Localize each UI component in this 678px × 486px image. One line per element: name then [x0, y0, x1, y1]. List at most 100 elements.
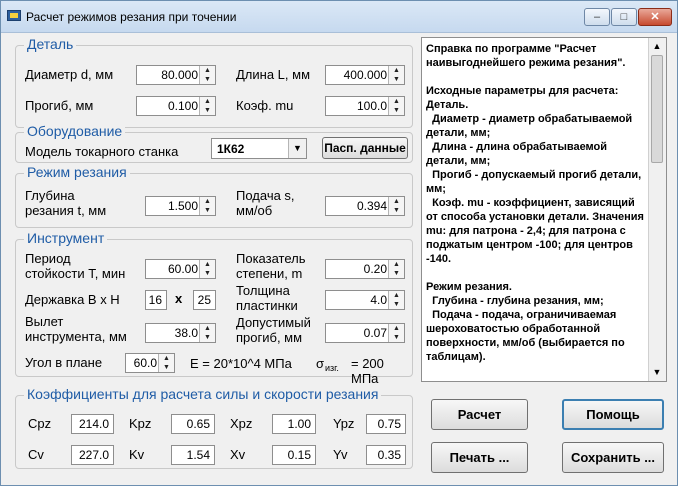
lathe-combobox[interactable]: 1К62 ▼	[211, 138, 307, 159]
deflection-spinbox[interactable]: 0.100 ▲ ▼	[136, 96, 216, 116]
spin-up-icon[interactable]: ▲	[200, 97, 215, 106]
mu-label: Коэф. mu	[236, 98, 294, 113]
holder-h-input[interactable]: 25	[193, 290, 216, 310]
coef-xv-label: Xv	[230, 447, 246, 462]
print-button[interactable]: Печать ...	[431, 442, 528, 473]
tool-group: Инструмент Период стойкости T, мин 60.00…	[15, 230, 413, 386]
spin-down-icon[interactable]: ▼	[389, 269, 404, 278]
coef-kv-label: Kv	[129, 447, 145, 462]
overhang-label-line2: инструмента, мм	[25, 329, 127, 344]
thickness-value: 4.0	[370, 293, 387, 307]
maximize-button[interactable]: □	[611, 8, 637, 26]
coef-kpz-label: Kpz	[129, 416, 152, 431]
period-value: 60.00	[167, 262, 198, 276]
spin-up-icon[interactable]: ▲	[200, 260, 215, 269]
spin-down-icon[interactable]: ▼	[159, 363, 174, 372]
equipment-group: Оборудование Модель токарного станка 1К6…	[15, 123, 413, 163]
holder-label: Державка B x H	[25, 292, 120, 307]
help-textbox[interactable]: Справка по программе "Расчет наивыгодней…	[421, 37, 667, 382]
spin-up-icon[interactable]: ▲	[159, 354, 174, 363]
spin-down-icon[interactable]: ▼	[389, 75, 404, 84]
spin-up-icon[interactable]: ▲	[389, 260, 404, 269]
scroll-up-icon[interactable]: ▲	[649, 38, 665, 55]
spin-down-icon[interactable]: ▼	[200, 75, 215, 84]
depth-spinbox[interactable]: 1.500 ▲ ▼	[145, 196, 216, 216]
sigma-value: = 200 МПа	[351, 356, 384, 386]
spin-down-icon[interactable]: ▼	[389, 206, 404, 215]
deflection-label: Прогиб, мм	[25, 98, 94, 113]
window-title: Расчет режимов резания при точении	[26, 10, 237, 24]
tool-legend: Инструмент	[24, 230, 108, 246]
spin-up-icon[interactable]: ▲	[389, 197, 404, 206]
feed-spinbox[interactable]: 0.394 ▲ ▼	[325, 196, 405, 216]
length-label: Длина L, мм	[236, 67, 311, 82]
spin-down-icon[interactable]: ▼	[200, 333, 215, 342]
mu-spinbox[interactable]: 100.0 ▲ ▼	[325, 96, 405, 116]
feed-label-line2: мм/об	[236, 203, 273, 218]
allowed-deflection-value: 0.07	[363, 326, 387, 340]
coef-yv-input[interactable]: 0.35	[366, 445, 406, 465]
overhang-label-line1: Вылет	[25, 314, 64, 329]
spin-up-icon[interactable]: ▲	[389, 324, 404, 333]
coef-ypz-input[interactable]: 0.75	[366, 414, 406, 434]
spin-up-icon[interactable]: ▲	[389, 291, 404, 300]
overhang-value: 38.0	[174, 326, 198, 340]
coef-cv-input[interactable]: 227.0	[71, 445, 114, 465]
feed-value: 0.394	[356, 199, 387, 213]
spin-up-icon[interactable]: ▲	[389, 66, 404, 75]
spin-down-icon[interactable]: ▼	[200, 269, 215, 278]
spin-down-icon[interactable]: ▼	[389, 300, 404, 309]
holder-b-input[interactable]: 16	[145, 290, 167, 310]
period-spinbox[interactable]: 60.00 ▲ ▼	[145, 259, 216, 279]
coef-xv-input[interactable]: 0.15	[272, 445, 316, 465]
chevron-down-icon[interactable]: ▼	[288, 139, 306, 158]
exponent-spinbox[interactable]: 0.20 ▲ ▼	[325, 259, 405, 279]
spin-down-icon[interactable]: ▼	[389, 333, 404, 342]
overhang-spinbox[interactable]: 38.0 ▲ ▼	[145, 323, 216, 343]
mu-value: 100.0	[356, 99, 387, 113]
lathe-label: Модель токарного станка	[25, 144, 179, 159]
spin-down-icon[interactable]: ▼	[389, 106, 404, 115]
exponent-label-line2: степени, m	[236, 266, 303, 281]
coef-kpz-input[interactable]: 0.65	[171, 414, 215, 434]
sigma-symbol: σ	[316, 356, 325, 371]
angle-value: 60.0	[133, 356, 157, 370]
allowed-deflection-label-line2: прогиб, мм	[236, 330, 303, 345]
coef-yv-label: Yv	[333, 447, 348, 462]
exponent-label-line1: Показатель	[236, 251, 306, 266]
coef-ypz-label: Ypz	[333, 416, 355, 431]
spin-down-icon[interactable]: ▼	[200, 206, 215, 215]
coef-xpz-label: Xpz	[230, 416, 253, 431]
passport-data-button[interactable]: Пасп. данные	[322, 137, 408, 159]
minimize-button[interactable]: ‒	[584, 8, 610, 26]
detail-legend: Деталь	[24, 36, 77, 52]
thickness-spinbox[interactable]: 4.0 ▲ ▼	[325, 290, 405, 310]
spin-up-icon[interactable]: ▲	[200, 324, 215, 333]
calculate-button[interactable]: Расчет	[431, 399, 528, 430]
spin-down-icon[interactable]: ▼	[200, 106, 215, 115]
depth-value: 1.500	[167, 199, 198, 213]
coef-cpz-input[interactable]: 214.0	[71, 414, 114, 434]
coef-kv-input[interactable]: 1.54	[171, 445, 215, 465]
main-window: Расчет режимов резания при точении ‒ □ ✕…	[0, 0, 678, 486]
coef-xpz-input[interactable]: 1.00	[272, 414, 316, 434]
depth-label-line2: резания t, мм	[25, 203, 107, 218]
close-button[interactable]: ✕	[638, 8, 672, 26]
save-button[interactable]: Сохранить ...	[562, 442, 664, 473]
allowed-deflection-spinbox[interactable]: 0.07 ▲ ▼	[325, 323, 405, 343]
spin-up-icon[interactable]: ▲	[200, 197, 215, 206]
length-spinbox[interactable]: 400.000 ▲ ▼	[325, 65, 405, 85]
scroll-down-icon[interactable]: ▼	[649, 364, 665, 381]
angle-spinbox[interactable]: 60.0 ▲ ▼	[125, 353, 175, 373]
coef-cv-label: Cv	[28, 447, 44, 462]
help-scrollbar[interactable]: ▲ ▼	[648, 38, 666, 381]
sigma-subscript: изг.	[325, 363, 339, 373]
spin-up-icon[interactable]: ▲	[200, 66, 215, 75]
diameter-spinbox[interactable]: 80.000 ▲ ▼	[136, 65, 216, 85]
spin-up-icon[interactable]: ▲	[389, 97, 404, 106]
help-text: Справка по программе "Расчет наивыгодней…	[426, 43, 644, 363]
help-button[interactable]: Помощь	[562, 399, 664, 430]
equipment-legend: Оборудование	[24, 123, 126, 139]
scroll-thumb[interactable]	[651, 55, 663, 163]
cutting-mode-legend: Режим резания	[24, 164, 130, 180]
